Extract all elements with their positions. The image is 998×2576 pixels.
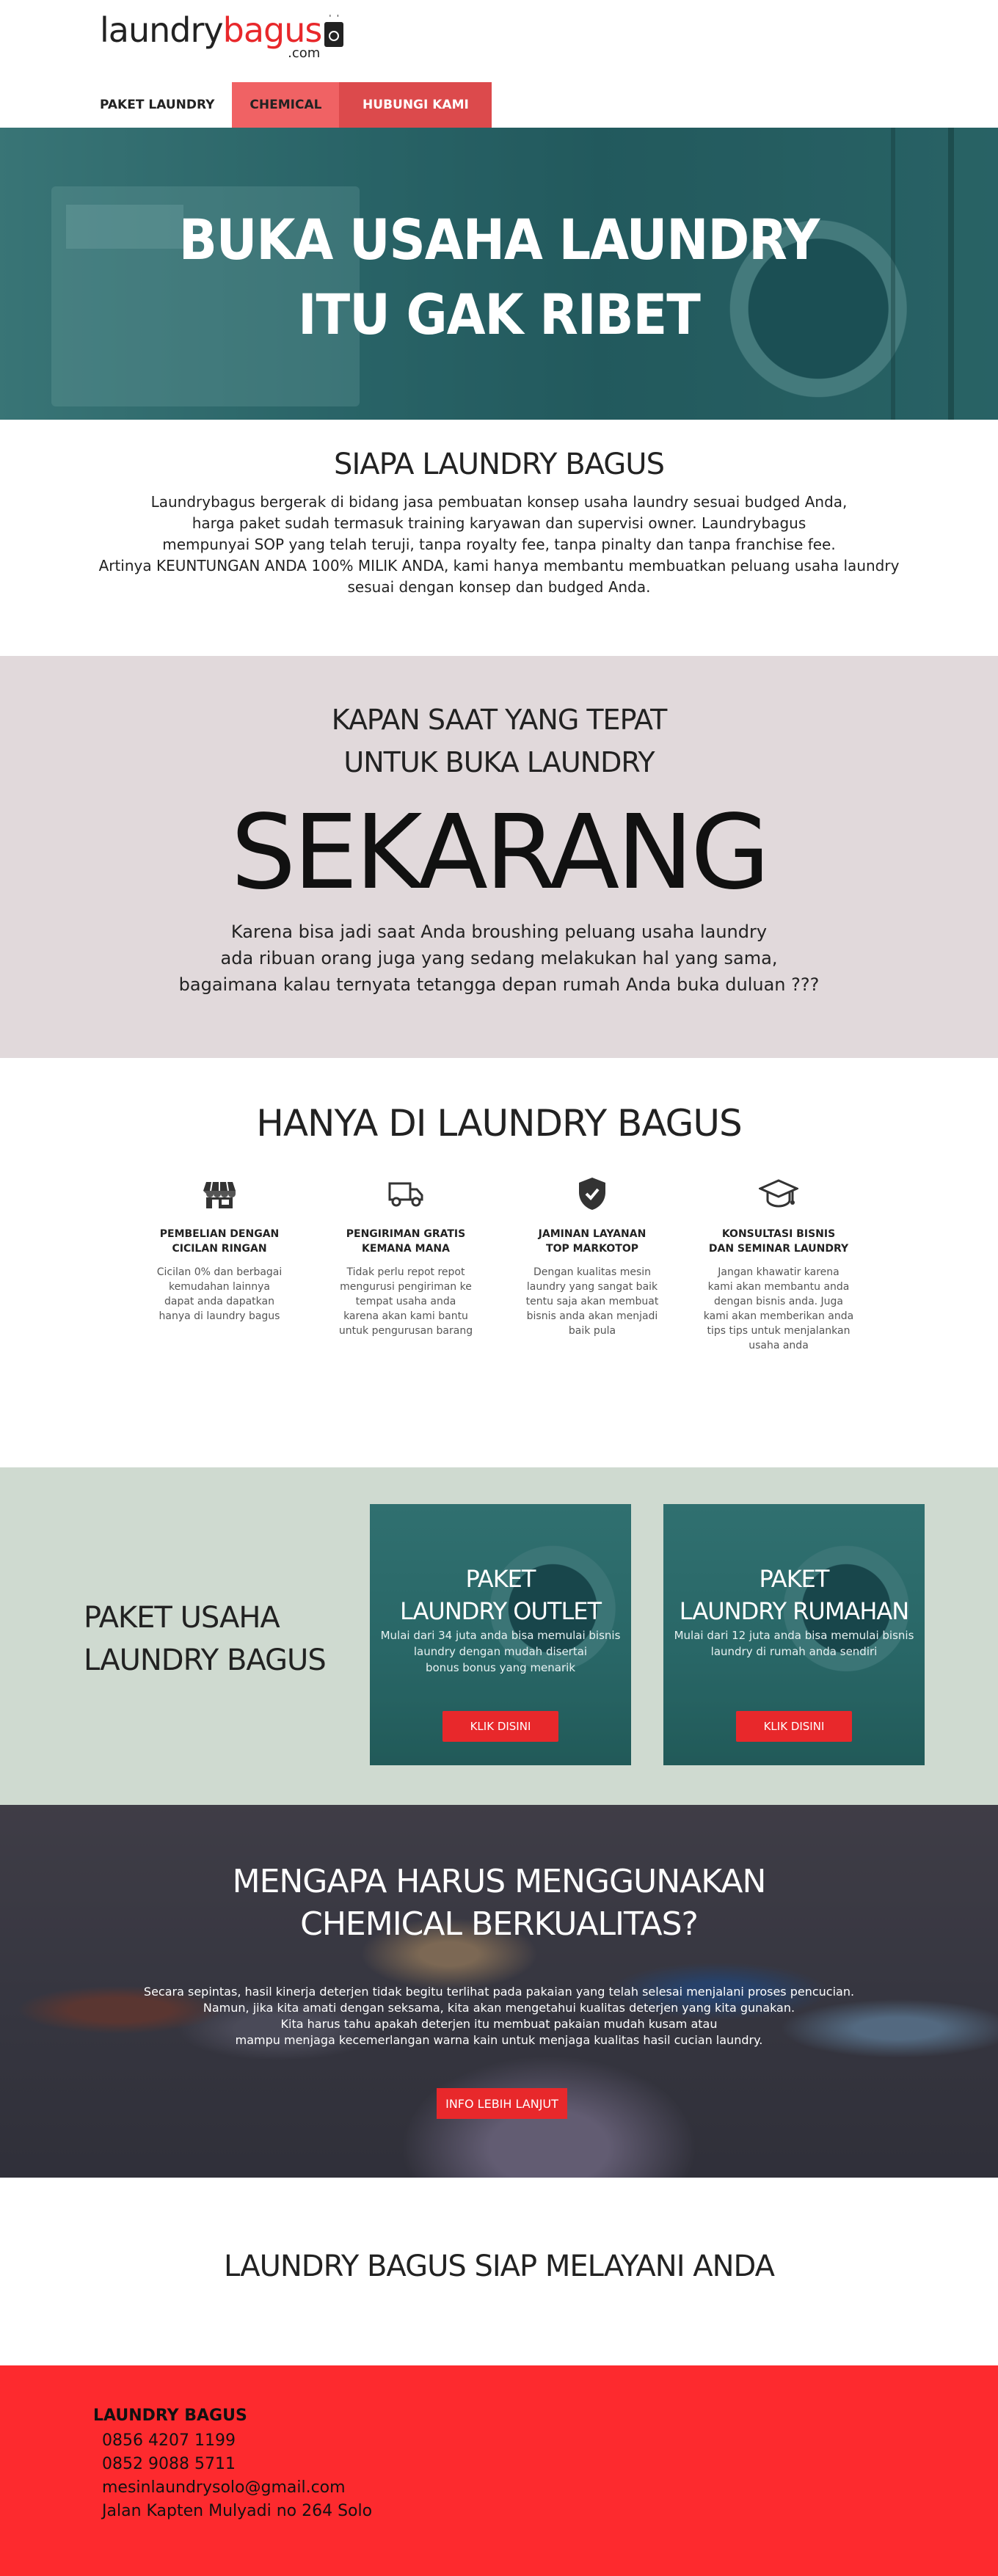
paket-card-outlet[interactable]: PAKET LAUNDRY OUTLET Mulai dari 34 juta a… [370,1504,631,1765]
about-title: SIAPA LAUNDRY BAGUS [334,448,665,481]
washing-bag-icon: ' ' ' [323,13,345,47]
siap-section: LAUNDRY BAGUS SIAP MELAYANI ANDA [0,2178,998,2365]
truck-icon [329,1174,483,1214]
about-text: Laundrybagus bergerak di bidang jasa pem… [98,493,900,596]
site-header: laundrybagus .com ' ' ' PAKET LAUNDRY CH… [0,0,998,128]
footer-phone-1[interactable]: 0856 4207 1199 [93,2429,998,2453]
feature-item: JAMINAN LAYANAN TOP MARKOTOP Dengan kuali… [515,1174,669,1353]
sekarang-headline: SEKARANG [230,793,770,913]
features-title: HANYA DI LAUNDRY BAGUS [256,1102,743,1145]
nav-hubungi-kami[interactable]: HUBUNGI KAMI [339,82,492,128]
site-logo[interactable]: laundrybagus .com ' ' ' [100,10,345,61]
feature-item: PEMBELIAN DENGAN CICILAN RINGAN Cicilan 0… [142,1174,296,1353]
feature-desc: Cicilan 0% dan berbagai kemudahan lainnya… [156,1266,283,1322]
feature-desc: Dengan kualitas mesin laundry yang sangat… [525,1266,659,1337]
nav-chemical[interactable]: CHEMICAL [232,82,340,128]
feature-title: KONSULTASI BISNIS DAN SEMINAR LAUNDRY [708,1228,849,1255]
card-title: PAKET LAUNDRY OUTLET [399,1565,602,1625]
feature-title: PEMBELIAN DENGAN CICILAN RINGAN [159,1228,280,1255]
kapan-title: KAPAN SAAT YANG TEPAT UNTUK BUKA LAUNDRY [331,704,668,778]
site-footer: LAUNDRY BAGUS 0856 4207 1199 0852 9088 5… [0,2365,998,2576]
logo-wordmark: laundrybagus [100,10,322,50]
klik-disini-button[interactable]: KLIK DISINI [736,1711,852,1742]
card-desc: Mulai dari 12 juta anda bisa memulai bis… [674,1629,914,1658]
feature-desc: Jangan khawatir karena kami akan membantu… [703,1266,854,1351]
nav-paket-laundry[interactable]: PAKET LAUNDRY [82,82,232,128]
chemical-section: MENGAPA HARUS MENGGUNAKAN CHEMICAL BERKU… [0,1805,998,2178]
hero-title: BUKA USAHA LAUNDRY ITU GAK RIBET [0,202,998,352]
paket-section: PAKET USAHA LAUNDRY BAGUS PAKET LAUNDRY O… [0,1467,998,1805]
paket-title: PAKET USAHA LAUNDRY BAGUS [84,1601,327,1677]
feature-title: PENGIRIMAN GRATIS KEMANA MANA [346,1228,466,1255]
features-section: HANYA DI LAUNDRY BAGUS PEMBELIAN DENGAN C… [0,1058,998,1467]
hero-banner: BUKA USAHA LAUNDRY ITU GAK RIBET [0,128,998,420]
hero-title-line2: ITU GAK RIBET [298,282,701,347]
graduation-cap-icon [702,1174,856,1214]
feature-title: JAMINAN LAYANAN TOP MARKOTOP [538,1228,646,1255]
about-section: SIAPA LAUNDRY BAGUS Laundrybagus bergera… [0,420,998,656]
card-desc: Mulai dari 34 juta anda bisa memulai bis… [380,1629,621,1674]
chemical-text: Secara sepintas, hasil kinerja deterjen … [143,1985,855,2047]
siap-title: LAUNDRY BAGUS SIAP MELAYANI ANDA [224,2250,775,2283]
main-nav: PAKET LAUNDRY CHEMICAL HUBUNGI KAMI [82,82,492,128]
klik-disini-button[interactable]: KLIK DISINI [442,1711,558,1742]
footer-company-name: LAUNDRY BAGUS [93,2407,247,2425]
footer-phone-2[interactable]: 0852 9088 5711 [93,2453,998,2476]
kapan-section: KAPAN SAAT YANG TEPAT UNTUK BUKA LAUNDRY… [0,656,998,1058]
features-list: PEMBELIAN DENGAN CICILAN RINGAN Cicilan 0… [0,1174,998,1353]
card-title: PAKET LAUNDRY RUMAHAN [679,1565,909,1625]
paket-card-rumahan[interactable]: PAKET LAUNDRY RUMAHAN Mulai dari 12 juta … [663,1504,925,1765]
feature-item: PENGIRIMAN GRATIS KEMANA MANA Tidak perlu… [329,1174,483,1353]
info-lebih-lanjut-button[interactable]: INFO LEBIH LANJUT [437,2088,567,2119]
footer-email[interactable]: mesinlaundrysolo@gmail.com [93,2476,998,2500]
chemical-title: MENGAPA HARUS MENGGUNAKAN CHEMICAL BERKU… [232,1863,767,1943]
shield-check-icon [515,1174,669,1214]
footer-address: Jalan Kapten Mulyadi no 264 Solo [102,2502,373,2520]
kapan-text: Karena bisa jadi saat Anda broushing pel… [178,922,820,995]
logo-suffix: .com [288,45,321,61]
feature-item: KONSULTASI BISNIS DAN SEMINAR LAUNDRY Jan… [702,1174,856,1353]
hero-title-line1: BUKA USAHA LAUNDRY [178,207,820,272]
store-icon [142,1174,296,1214]
feature-desc: Tidak perlu repot repot mengurusi pengiri… [338,1266,473,1337]
